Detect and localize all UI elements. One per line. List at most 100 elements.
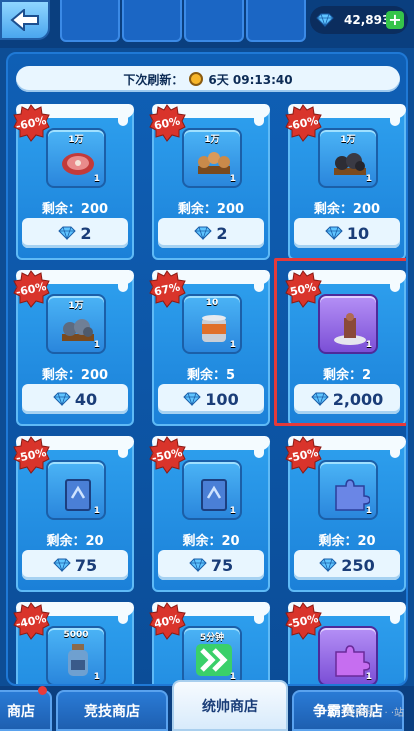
buy-button[interactable]: 40 <box>22 384 128 414</box>
shop-item-card[interactable]: -50% 1 剩余：20 75 <box>13 436 134 592</box>
clock-icon <box>189 72 204 86</box>
item-count: 1 <box>229 340 236 350</box>
shop-item-card[interactable]: -50% 1 剩余：20 75 <box>149 436 270 592</box>
price-value: 10 <box>346 223 370 243</box>
discount-badge: -50% <box>12 436 50 474</box>
price-value: 2 <box>80 223 92 243</box>
item-quantity: 5000 <box>63 630 89 640</box>
selection-highlight <box>274 258 406 426</box>
item-quantity: 10 <box>205 298 219 308</box>
item-icon-frame: 1万 1 <box>182 128 242 188</box>
buy-button[interactable]: 10 <box>294 218 400 248</box>
remaining-stock: 剩余：20 <box>318 534 376 549</box>
shop-item-card[interactable]: 67% 10 1 剩余：5 100 <box>149 270 270 426</box>
notification-dot <box>38 686 47 695</box>
tab-commander-shop[interactable]: 统帅商店 <box>172 680 288 731</box>
item-count: 1 <box>365 174 372 184</box>
price-value: 2 <box>216 223 228 243</box>
meat-icon <box>62 153 94 175</box>
item-count: 1 <box>93 506 100 516</box>
gem-icon <box>194 226 213 240</box>
discount-badge: -50% <box>148 436 186 474</box>
buy-button[interactable]: 100 <box>158 384 264 414</box>
remaining-stock: 剩余：5 <box>186 368 236 383</box>
shop-panel: 下次刷新： 6天 09:13:40 -60% 1万 1 剩余：200 2 60% 1万 1 剩余… <box>6 52 408 686</box>
discount-badge: -50% <box>284 602 322 640</box>
price-value: 75 <box>210 555 234 575</box>
buy-button[interactable]: 250 <box>294 550 400 580</box>
price-value: 100 <box>205 389 239 409</box>
shop-item-card[interactable]: -60% 1万 1 剩余：200 40 <box>13 270 134 426</box>
gem-icon <box>319 558 338 572</box>
tab-label: 统帅商店 <box>202 698 258 715</box>
top-tabstrip-deco <box>184 0 244 42</box>
tab-shop[interactable]: 商店 <box>0 690 52 731</box>
back-button[interactable] <box>0 0 50 40</box>
bottle-icon <box>68 644 88 676</box>
item-count: 1 <box>93 174 100 184</box>
puzzle-icon <box>335 479 370 511</box>
item-icon-frame: 1万 1 <box>318 128 378 188</box>
item-icon-frame: 1万 1 <box>46 128 106 188</box>
refresh-time: 6天 09:13:40 <box>208 72 293 87</box>
top-tabstrip-deco <box>60 0 120 42</box>
buy-button[interactable]: 2 <box>22 218 128 248</box>
remaining-stock: 剩余：20 <box>182 534 240 549</box>
shop-item-card[interactable]: -50% 1 剩余：20 250 <box>285 436 406 592</box>
remaining-stock: 剩余：20 <box>46 534 104 549</box>
discount-badge: -60% <box>284 104 322 142</box>
shop-item-card[interactable]: 40% 5分钟 1 <box>149 602 270 684</box>
gem-icon <box>325 226 343 240</box>
remaining-stock: 剩余：200 <box>41 202 109 217</box>
item-icon-frame: 5000 1 <box>46 626 106 684</box>
buy-button[interactable]: 2 <box>158 218 264 248</box>
item-icon-frame: 1万 1 <box>46 294 106 354</box>
item-icon-frame: 10 1 <box>182 294 242 354</box>
discount-badge: -60% <box>12 270 50 308</box>
shop-item-card[interactable]: -50% 1 <box>285 602 406 684</box>
currency-display: 42,893 + <box>310 6 408 34</box>
top-bar: 42,893 + <box>0 0 414 48</box>
add-currency-button[interactable]: + <box>386 11 404 29</box>
item-count: 1 <box>93 340 100 350</box>
refresh-label: 下次刷新： <box>123 72 184 87</box>
price-value: 40 <box>74 389 98 409</box>
puzzle-purple-icon <box>335 645 370 677</box>
speedup-icon <box>196 644 232 676</box>
watermark: 公众号 · · ·站 <box>344 708 404 719</box>
buy-button[interactable]: 75 <box>22 550 128 580</box>
tab-label: 竞技商店 <box>84 703 140 720</box>
gem-icon <box>53 558 71 572</box>
item-icon-frame: 1 <box>318 460 378 520</box>
shop-item-card[interactable]: 60% 1万 1 剩余：200 2 <box>149 104 270 260</box>
book-icon <box>201 479 227 511</box>
item-icon-frame: 1 <box>318 626 378 684</box>
buy-button[interactable]: 75 <box>158 550 264 580</box>
item-count: 1 <box>93 672 100 682</box>
gem-icon <box>316 13 334 27</box>
shop-item-card[interactable]: -40% 5000 1 <box>13 602 134 684</box>
discount-badge: 40% <box>148 602 186 640</box>
item-count: 1 <box>229 506 236 516</box>
refresh-timer-bar: 下次刷新： 6天 09:13:40 <box>16 66 400 92</box>
discount-badge: -60% <box>12 104 50 142</box>
ore-icon <box>62 319 94 341</box>
gem-icon <box>58 226 77 240</box>
item-icon-frame: 1 <box>182 460 242 520</box>
tab-arena-shop[interactable]: 竞技商店 <box>56 690 168 731</box>
remaining-stock: 剩余：200 <box>177 202 245 217</box>
item-icon-frame: 5分钟 1 <box>182 626 242 684</box>
shop-item-card[interactable]: -60% 1万 1 剩余：200 10 <box>285 104 406 260</box>
remaining-stock: 剩余：200 <box>313 202 381 217</box>
shop-item-card[interactable]: -60% 1万 1 剩余：200 2 <box>13 104 134 260</box>
top-tabstrip-deco <box>246 0 306 42</box>
book-icon <box>65 479 91 511</box>
price-value: 250 <box>341 555 375 575</box>
top-tabstrip-deco <box>122 0 182 42</box>
discount-badge: 67% <box>148 270 186 308</box>
discount-badge: 60% <box>148 104 186 142</box>
discount-badge: -50% <box>284 436 322 474</box>
item-icon-frame: 1 <box>46 460 106 520</box>
price-value: 75 <box>74 555 98 575</box>
gem-icon <box>183 392 202 406</box>
